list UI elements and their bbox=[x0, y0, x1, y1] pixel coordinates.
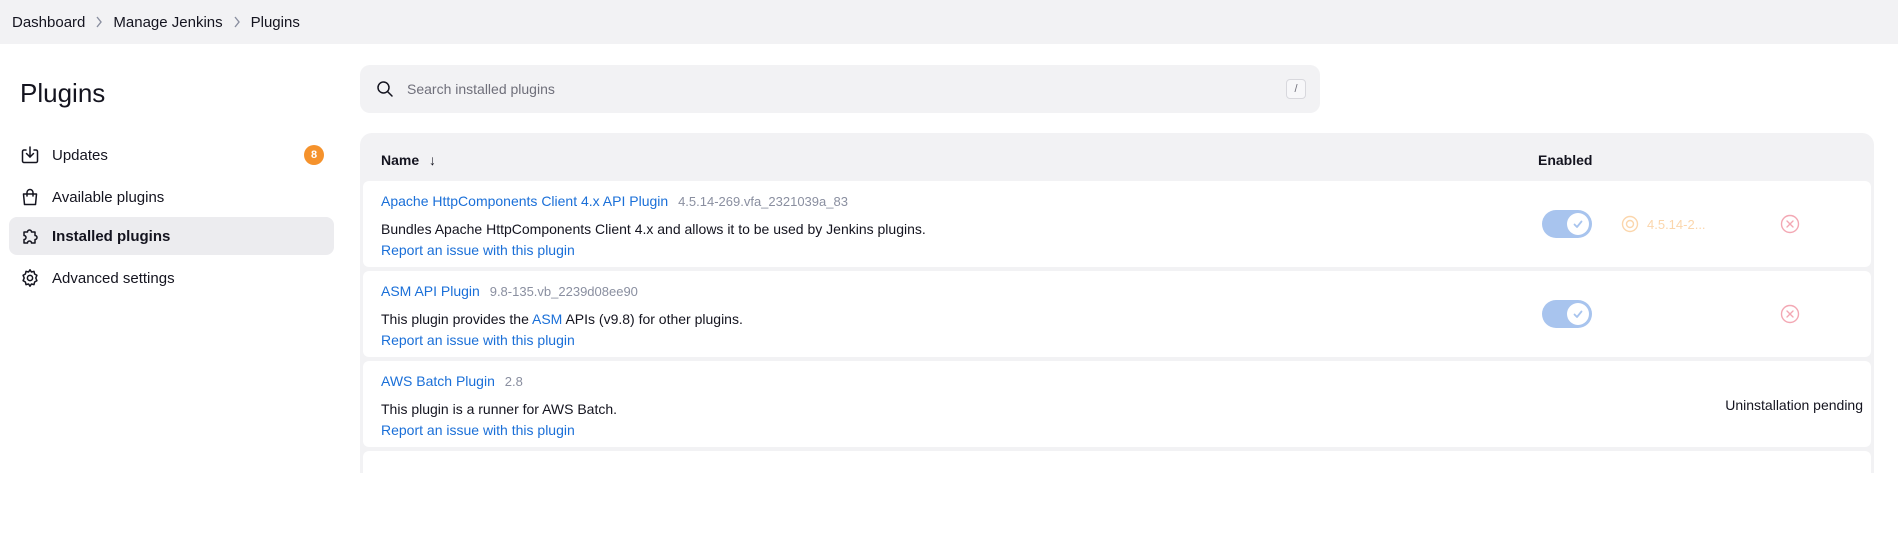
breadcrumb-dashboard[interactable]: Dashboard bbox=[12, 14, 85, 31]
sort-arrow-icon: ↓ bbox=[429, 152, 437, 168]
sidebar-item-installed-plugins[interactable]: Installed plugins bbox=[9, 217, 334, 255]
description-text: This plugin provides the bbox=[381, 311, 532, 327]
report-issue-link[interactable]: Report an issue with this plugin bbox=[381, 242, 575, 258]
download-icon bbox=[20, 145, 40, 165]
sidebar-item-available-plugins[interactable]: Available plugins bbox=[9, 178, 334, 216]
plugin-description: This plugin provides the ASM APIs (v9.8)… bbox=[381, 311, 743, 327]
sidebar-item-label: Updates bbox=[52, 146, 108, 164]
check-icon bbox=[1567, 213, 1589, 235]
sidebar-item-label: Installed plugins bbox=[52, 227, 171, 245]
check-icon bbox=[1567, 303, 1589, 325]
updates-count-badge: 8 bbox=[304, 145, 324, 165]
search-icon bbox=[376, 80, 394, 98]
description-text: APIs (v9.8) for other plugins. bbox=[562, 311, 743, 327]
sidebar-item-updates[interactable]: Updates 8 bbox=[9, 136, 334, 174]
table-row: AWS Batch Plugin 2.8 This plugin is a ru… bbox=[363, 361, 1871, 447]
plugin-version: 2.8 bbox=[504, 374, 523, 389]
shopping-bag-icon bbox=[20, 187, 40, 207]
installed-plugins-table: Name ↓ Enabled Apache HttpComponents Cli… bbox=[360, 133, 1874, 537]
column-header-name[interactable]: Name ↓ bbox=[381, 152, 436, 168]
plugin-title: AWS Batch Plugin 2.8 bbox=[381, 373, 523, 389]
plugin-title: Apache HttpComponents Client 4.x API Plu… bbox=[381, 193, 848, 209]
enabled-toggle[interactable] bbox=[1542, 300, 1592, 328]
search-input[interactable] bbox=[407, 65, 1207, 113]
breadcrumb: Dashboard Manage Jenkins Plugins bbox=[0, 0, 1898, 44]
column-header-enabled: Enabled bbox=[1538, 152, 1593, 168]
gear-icon bbox=[20, 268, 40, 288]
plugin-version: 4.5.14-269.vfa_2321039a_83 bbox=[678, 194, 848, 209]
column-header-label: Name bbox=[381, 152, 420, 168]
close-circle-icon bbox=[1780, 304, 1800, 324]
uninstall-button[interactable] bbox=[1780, 304, 1800, 324]
search-bar: / bbox=[360, 65, 1320, 113]
plugin-name-link[interactable]: ASM API Plugin bbox=[381, 283, 480, 299]
plugin-description: This plugin is a runner for AWS Batch. bbox=[381, 401, 618, 417]
sidebar: Plugins Updates 8 Available plugins Inst… bbox=[0, 44, 345, 463]
report-issue-link[interactable]: Report an issue with this plugin bbox=[381, 332, 575, 348]
downgrade-icon bbox=[1621, 215, 1639, 233]
plugin-version: 9.8-135.vb_2239d08ee90 bbox=[489, 284, 638, 299]
table-row bbox=[363, 451, 1871, 537]
sidebar-item-label: Advanced settings bbox=[52, 269, 175, 287]
plugin-name-link[interactable]: AWS Batch Plugin bbox=[381, 373, 495, 389]
table-row: ASM API Plugin 9.8-135.vb_2239d08ee90 Th… bbox=[363, 271, 1871, 357]
asm-link[interactable]: ASM bbox=[532, 311, 562, 327]
page-title: Plugins bbox=[20, 78, 106, 108]
puzzle-icon bbox=[20, 226, 40, 246]
chevron-right-icon bbox=[223, 0, 251, 44]
close-circle-icon bbox=[1780, 214, 1800, 234]
breadcrumb-manage-jenkins[interactable]: Manage Jenkins bbox=[113, 14, 222, 31]
plugin-name-link[interactable]: Apache HttpComponents Client 4.x API Plu… bbox=[381, 193, 668, 209]
uninstall-button[interactable] bbox=[1780, 214, 1800, 234]
sidebar-item-advanced-settings[interactable]: Advanced settings bbox=[9, 259, 334, 297]
uninstallation-status: Uninstallation pending bbox=[1725, 397, 1863, 413]
report-issue-link[interactable]: Report an issue with this plugin bbox=[381, 422, 575, 438]
plugin-title: ASM API Plugin 9.8-135.vb_2239d08ee90 bbox=[381, 283, 638, 299]
sidebar-item-label: Available plugins bbox=[52, 188, 165, 206]
downgrade-button[interactable]: 4.5.14-2... bbox=[1621, 215, 1706, 233]
downgrade-version: 4.5.14-2... bbox=[1647, 216, 1706, 232]
enabled-toggle[interactable] bbox=[1542, 210, 1592, 238]
chevron-right-icon bbox=[85, 0, 113, 44]
keyboard-shortcut-hint: / bbox=[1286, 79, 1306, 99]
plugin-description: Bundles Apache HttpComponents Client 4.x… bbox=[381, 221, 926, 237]
table-row: Apache HttpComponents Client 4.x API Plu… bbox=[363, 181, 1871, 267]
breadcrumb-plugins[interactable]: Plugins bbox=[251, 14, 300, 31]
